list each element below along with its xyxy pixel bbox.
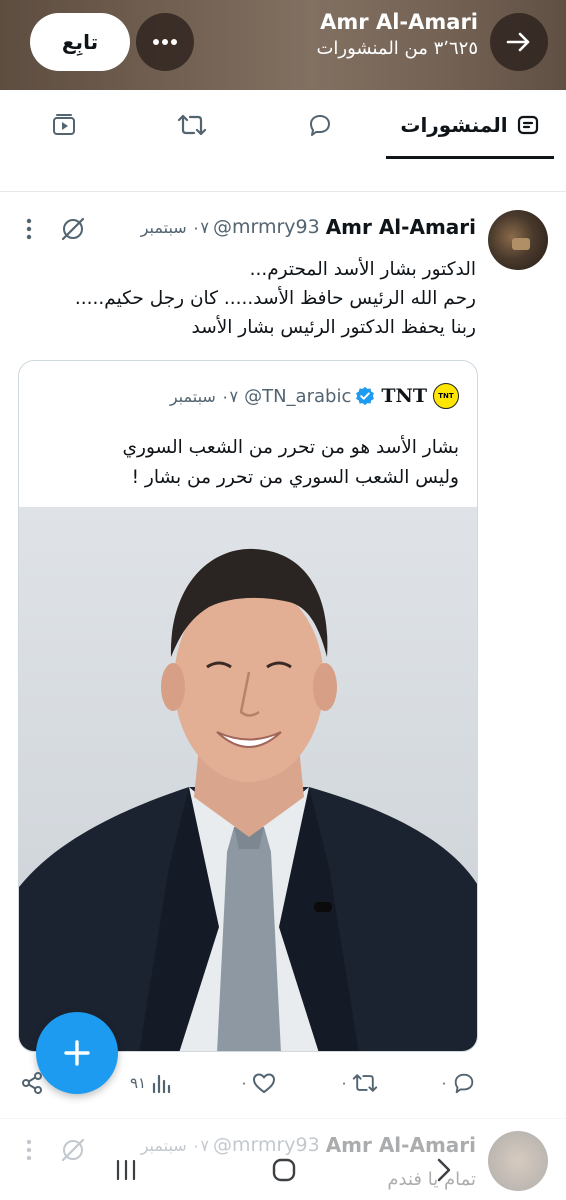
portrait-photo <box>19 548 477 1051</box>
avatar[interactable] <box>488 210 548 270</box>
share-icon <box>22 1072 42 1094</box>
tab-replies[interactable] <box>292 90 348 160</box>
system-navigation-bar <box>0 1140 566 1200</box>
like-count: ٠ <box>240 1074 249 1092</box>
quoted-author-handle: @TN_arabic <box>244 385 352 407</box>
views-icon <box>153 1074 171 1094</box>
recent-apps-icon <box>116 1159 136 1181</box>
divider <box>0 160 566 192</box>
tweet-text-line: ربنا يحفظ الدكتور الرئيس بشار الأسد <box>191 317 476 338</box>
views-button[interactable]: ٩١ <box>130 1065 172 1101</box>
profile-header: تابِع Amr Al-Amari ٣٬٦٢٥ من المنشورات <box>0 0 566 90</box>
plus-icon <box>64 1040 90 1066</box>
repost-icon <box>352 1074 378 1092</box>
posts-icon <box>517 115 538 135</box>
tweet-text-line: رحم الله الرئيس حافظ الأسد..... كان رجل … <box>74 288 476 309</box>
quoted-tweet-header: TNT TNT @TN_arabic ٠٧ سبتمبر <box>170 383 459 409</box>
quoted-text-line: بشار الأسد هو من تحرر من الشعب السوري <box>122 437 459 458</box>
more-vertical-icon[interactable] <box>20 216 38 242</box>
verified-badge-icon <box>356 386 375 406</box>
active-tab-indicator <box>386 156 554 159</box>
profile-name: Amr Al-Amari <box>320 10 478 34</box>
header-title: Amr Al-Amari ٣٬٦٢٥ من المنشورات <box>316 10 478 59</box>
quoted-tweet-date: ٠٧ سبتمبر <box>169 386 239 406</box>
post-count: ٣٬٦٢٥ من المنشورات <box>316 38 478 59</box>
more-button[interactable] <box>136 13 194 71</box>
tweet-author-name[interactable]: Amr Al-Amari <box>326 215 476 239</box>
profile-tabs: المنشورات <box>0 90 566 160</box>
media-icon <box>53 114 75 135</box>
more-horizontal-icon <box>153 39 177 45</box>
tab-reposts[interactable] <box>164 90 220 160</box>
back-button[interactable] <box>490 13 548 71</box>
system-back-button[interactable] <box>424 1150 464 1190</box>
tweet-date[interactable]: ٠٧ سبتمبر <box>141 218 209 237</box>
recent-apps-button[interactable] <box>106 1150 146 1190</box>
arrow-right-icon <box>506 32 530 52</box>
follow-button[interactable]: تابِع <box>30 13 130 71</box>
views-count: ٩١ <box>130 1074 147 1092</box>
quoted-text-line: وليس الشعب السوري من تحرر من بشار ! <box>131 467 459 488</box>
tweet-header: Amr Al-Amari @mrmry93 ٠٧ سبتمبر <box>141 212 476 242</box>
tab-posts[interactable]: المنشورات <box>386 90 554 160</box>
tab-media[interactable] <box>36 90 92 160</box>
repost-icon <box>177 114 207 136</box>
quoted-author-name: TNT <box>381 385 427 407</box>
tweet-actions: ٠ ٠ ٠ ٩١ <box>0 1065 566 1101</box>
repost-count: ٠ <box>340 1074 349 1092</box>
home-icon <box>272 1158 296 1182</box>
grok-icon[interactable] <box>60 216 86 242</box>
quoted-tweet[interactable]: TNT TNT @TN_arabic ٠٧ سبتمبر بشار الأسد … <box>18 360 478 1052</box>
tnt-logo: TNT <box>433 383 459 409</box>
tab-posts-label: المنشورات <box>400 113 508 137</box>
repost-button[interactable]: ٠ <box>340 1065 378 1101</box>
like-button[interactable]: ٠ <box>240 1065 276 1101</box>
home-button[interactable] <box>264 1150 304 1190</box>
reply-icon <box>454 1073 474 1094</box>
quoted-tweet-text: بشار الأسد هو من تحرر من الشعب السوري ول… <box>39 433 459 493</box>
chevron-right-icon <box>437 1158 451 1182</box>
reply-button[interactable]: ٠ <box>440 1065 476 1101</box>
share-button[interactable] <box>20 1065 44 1101</box>
tweet-author-handle[interactable]: @mrmry93 <box>213 216 320 238</box>
reply-icon <box>310 115 330 136</box>
tweet-text-line: الدكتور بشار الأسد المحترم... <box>249 259 476 280</box>
reply-count: ٠ <box>440 1074 449 1092</box>
heart-icon <box>253 1073 276 1093</box>
tweet-text: الدكتور بشار الأسد المحترم... رحم الله ا… <box>56 255 476 342</box>
quoted-tweet-photo[interactable] <box>19 507 477 1051</box>
